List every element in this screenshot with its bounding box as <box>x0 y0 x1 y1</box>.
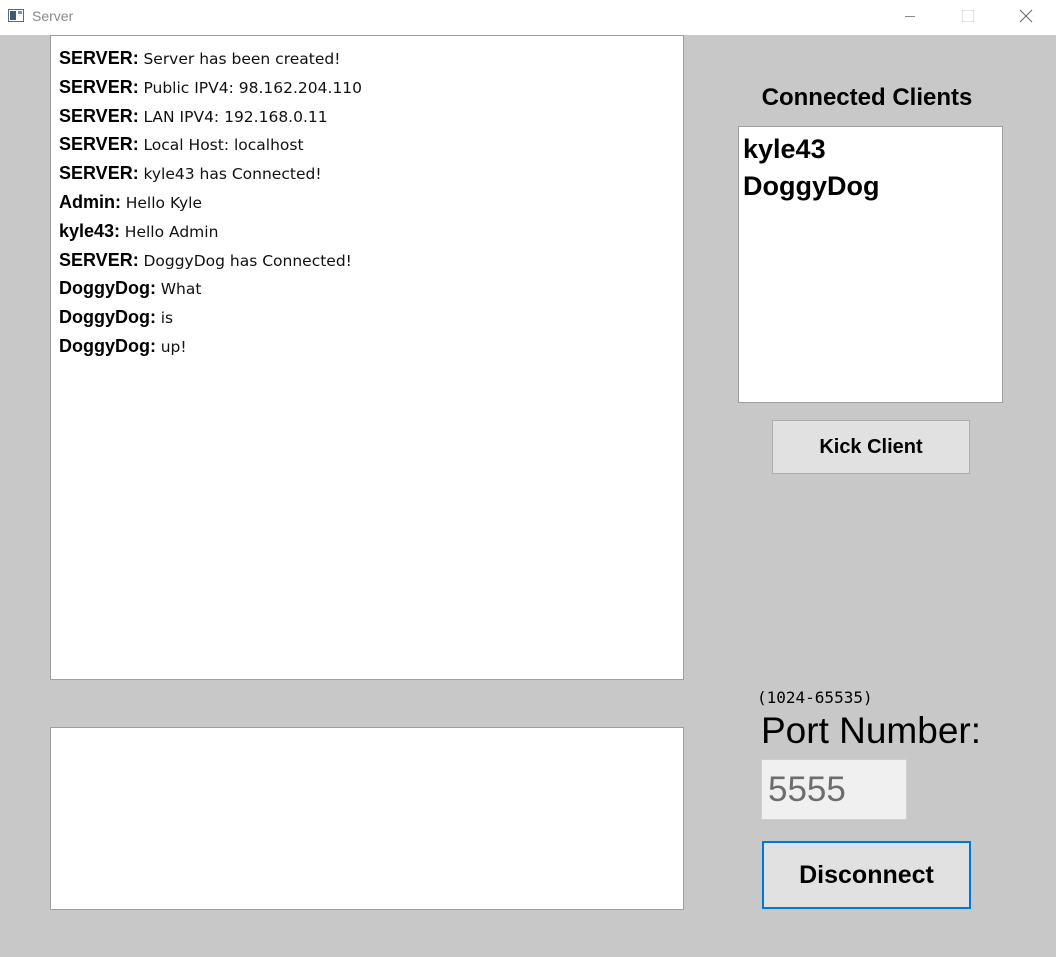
log-message: DoggyDog has Connected! <box>143 251 352 270</box>
port-number-label: Port Number: <box>761 710 982 751</box>
log-line: DoggyDog: up! <box>59 332 683 361</box>
title-bar: Server <box>0 0 1056 35</box>
log-message: kyle43 has Connected! <box>143 165 322 184</box>
log-line: DoggyDog: is <box>59 303 683 332</box>
log-sender: SERVER: <box>59 163 139 184</box>
close-icon <box>1019 9 1033 23</box>
log-sender: SERVER: <box>59 249 139 270</box>
log-line: SERVER: kyle43 has Connected! <box>59 159 683 188</box>
log-line: SERVER: Server has been created! <box>59 44 683 73</box>
disconnect-button[interactable]: Disconnect <box>762 841 971 909</box>
port-number-input[interactable] <box>761 759 907 820</box>
message-input[interactable] <box>50 727 684 910</box>
log-sender: DoggyDog: <box>59 278 156 299</box>
log-message: Public IPV4: 98.162.204.110 <box>143 78 363 97</box>
log-sender: SERVER: <box>59 134 139 155</box>
log-sender: SERVER: <box>59 105 139 126</box>
log-message: is <box>160 309 174 328</box>
log-line: SERVER: Public IPV4: 98.162.204.110 <box>59 73 683 102</box>
maximize-icon <box>962 10 974 22</box>
log-line: Admin: Hello Kyle <box>59 188 683 217</box>
client-item[interactable]: DoggyDog <box>743 168 1002 205</box>
log-sender: Admin: <box>59 191 121 212</box>
log-message: What <box>160 280 202 299</box>
connected-clients-heading: Connected Clients <box>761 84 973 111</box>
log-sender: DoggyDog: <box>59 307 156 328</box>
connected-clients-list[interactable]: kyle43 DoggyDog <box>738 126 1003 403</box>
log-message: Hello Kyle <box>125 193 203 212</box>
maximize-button[interactable] <box>945 0 991 32</box>
log-sender: SERVER: <box>59 76 139 97</box>
log-message: LAN IPV4: 192.168.0.11 <box>143 107 328 126</box>
log-line: SERVER: DoggyDog has Connected! <box>59 246 683 275</box>
log-line: DoggyDog: What <box>59 274 683 303</box>
log-message: Server has been created! <box>143 50 341 68</box>
chat-log[interactable]: SERVER: Server has been created! SERVER:… <box>50 35 684 680</box>
kick-client-button[interactable]: Kick Client <box>772 420 970 474</box>
port-range-hint: (1024-65535) <box>757 688 873 707</box>
minimize-button[interactable] <box>887 0 933 32</box>
log-line: SERVER: LAN IPV4: 192.168.0.11 <box>59 102 683 131</box>
log-sender: DoggyDog: <box>59 335 156 356</box>
log-line: SERVER: Local Host: localhost <box>59 130 683 159</box>
log-message: Local Host: localhost <box>143 136 304 155</box>
log-line: kyle43: Hello Admin <box>59 217 683 246</box>
minimize-icon <box>905 15 915 17</box>
close-button[interactable] <box>1003 0 1049 32</box>
window-title: Server <box>32 8 74 24</box>
log-sender: SERVER: <box>59 48 139 68</box>
log-sender: kyle43: <box>59 220 121 241</box>
log-message: up! <box>160 337 187 356</box>
client-item[interactable]: kyle43 <box>743 131 1002 168</box>
log-message: Hello Admin <box>124 222 219 241</box>
app-window-icon <box>8 9 24 22</box>
